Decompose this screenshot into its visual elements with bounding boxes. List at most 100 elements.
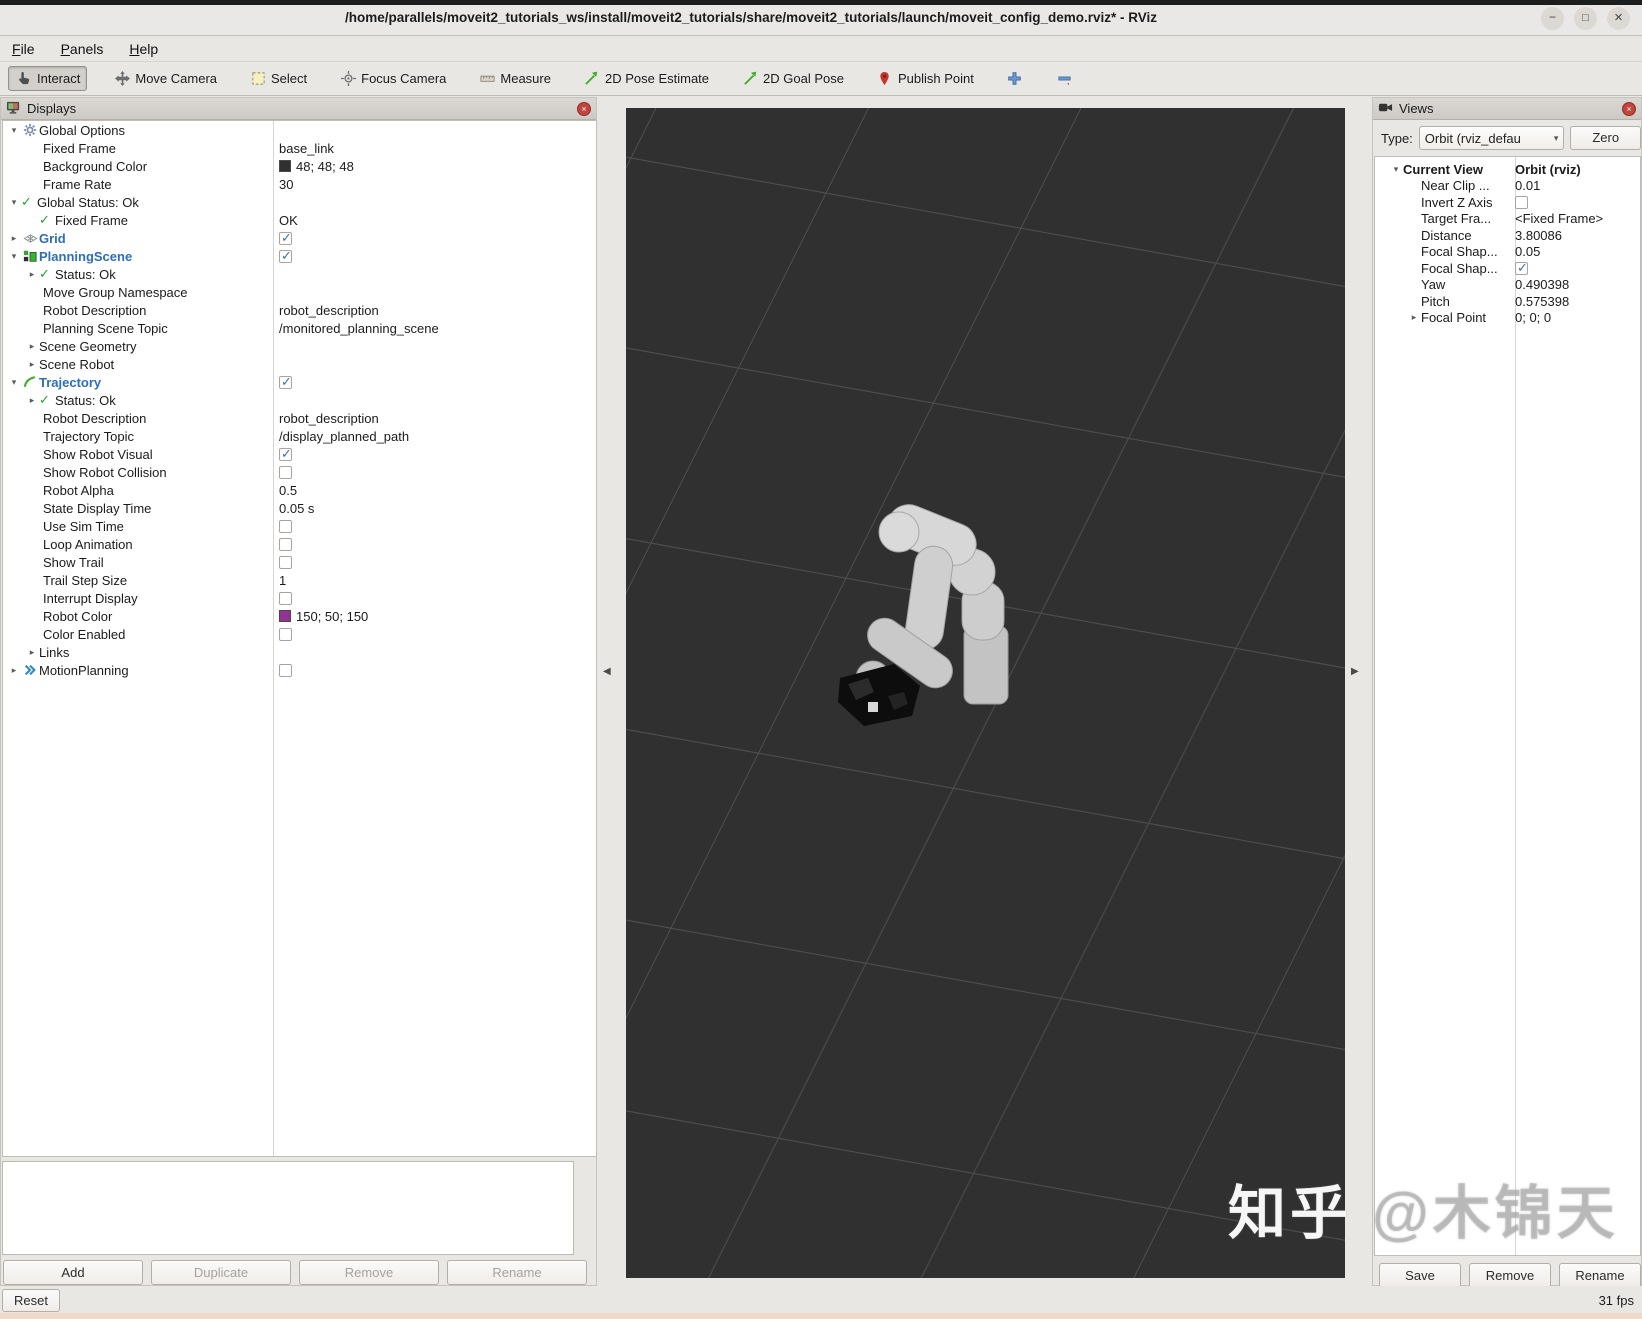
tree-row-robot-alpha[interactable]: Robot Alpha 0.5 [3,481,596,499]
tree-row-scene-robot[interactable]: ▸ Scene Robot [3,355,596,373]
tree-row-show-trail[interactable]: Show Trail [3,553,596,571]
tree-row-show-robot-visual[interactable]: Show Robot Visual [3,445,596,463]
checkbox[interactable] [279,465,292,479]
expander-closed-icon[interactable]: ▸ [1407,312,1421,323]
tree-row-scene-geometry[interactable]: ▸ Scene Geometry [3,337,596,355]
tree-row-planningscene[interactable]: ▾ PlanningScene [3,247,596,265]
tree-row-trajectory[interactable]: ▾ Trajectory [3,373,596,391]
remove-tool-button[interactable] [1050,67,1080,90]
tree-row-fixed-frame[interactable]: Fixed Frame base_link [3,139,596,157]
tree-row-robot-color[interactable]: Robot Color 150; 50; 150 [3,607,596,625]
pose-estimate-tool-button[interactable]: 2D Pose Estimate [577,67,715,90]
tree-row-grid[interactable]: ▸ Grid [3,229,596,247]
expander-closed-icon[interactable]: ▸ [25,269,39,280]
displays-panel-header[interactable]: Displays [1,98,596,120]
tree-row-robot-description[interactable]: Robot Description robot_description [3,301,596,319]
property-value[interactable]: robot_description [279,411,379,426]
property-value[interactable]: 30 [279,177,293,192]
collapse-right-panel-arrow[interactable]: ▶ [1351,666,1359,677]
checkbox[interactable] [279,519,292,533]
views-row-yaw[interactable]: Yaw 0.490398 [1375,277,1640,294]
property-value[interactable]: 150; 50; 150 [279,609,368,624]
property-value[interactable]: /display_planned_path [279,429,409,444]
menu-panels[interactable]: Panels [61,41,104,57]
interact-tool-button[interactable]: Interact [8,66,88,91]
collapse-left-panel-arrow[interactable]: ◀ [603,666,611,677]
remove-view-button[interactable]: Remove [1469,1263,1551,1288]
expander-open-icon[interactable]: ▾ [7,125,21,136]
tree-row-global-status[interactable]: ▾ ✓ Global Status: Ok [3,193,596,211]
views-row-pitch[interactable]: Pitch 0.575398 [1375,293,1640,310]
property-value[interactable]: base_link [279,141,334,156]
views-close-icon[interactable] [1622,102,1636,116]
views-row-invert-z[interactable]: Invert Z Axis [1375,194,1640,211]
expander-closed-icon[interactable]: ▸ [7,665,21,676]
displays-close-icon[interactable] [577,102,591,116]
property-value[interactable]: 0.05 s [279,501,314,516]
views-row-near-clip[interactable]: Near Clip ... 0.01 [1375,178,1640,195]
select-tool-button[interactable]: Select [243,67,313,90]
property-value[interactable]: 0.5 [279,483,297,498]
tree-row-use-sim-time[interactable]: Use Sim Time [3,517,596,535]
property-value[interactable]: 3.80086 [1515,228,1562,243]
tree-row-traj-status[interactable]: ▸ ✓ Status: Ok [3,391,596,409]
tree-row-frame-rate[interactable]: Frame Rate 30 [3,175,596,193]
rename-display-button[interactable]: Rename [447,1260,587,1285]
property-value[interactable]: robot_description [279,303,379,318]
remove-display-button[interactable]: Remove [299,1260,439,1285]
tree-row-trajectory-topic[interactable]: Trajectory Topic/display_planned_path [3,427,596,445]
expander-open-icon[interactable]: ▾ [7,251,21,262]
tree-row-ps-status[interactable]: ▸ ✓ Status: Ok [3,265,596,283]
expander-closed-icon[interactable]: ▸ [7,233,21,244]
zero-view-button[interactable]: Zero [1570,126,1641,150]
add-display-button[interactable]: Add [3,1260,143,1285]
move-camera-tool-button[interactable]: Move Camera [107,67,223,90]
property-value[interactable]: /monitored_planning_scene [279,321,439,336]
enabled-checkbox[interactable] [279,374,292,390]
checkbox[interactable] [279,627,292,641]
add-tool-button[interactable] [1000,67,1030,90]
property-value[interactable]: 0.05 [1515,244,1540,259]
tree-row-links[interactable]: ▸ Links [3,643,596,661]
enabled-checkbox[interactable] [279,230,292,246]
tree-row-planning-scene-topic[interactable]: Planning Scene Topic/monitored_planning_… [3,319,596,337]
enabled-checkbox[interactable] [279,663,292,677]
rename-view-button[interactable]: Rename [1559,1263,1641,1288]
property-value[interactable]: 0.575398 [1515,294,1569,309]
property-value[interactable]: <Fixed Frame> [1515,211,1603,226]
tree-row-color-enabled[interactable]: Color Enabled [3,625,596,643]
tree-row-global-options[interactable]: ▾ Global Options [3,121,596,139]
tree-row-loop-animation[interactable]: Loop Animation [3,535,596,553]
checkbox[interactable] [1515,195,1528,209]
goal-pose-tool-button[interactable]: 2D Goal Pose [735,67,850,90]
measure-tool-button[interactable]: Measure [472,67,557,90]
property-value[interactable]: 1 [279,573,286,588]
tree-row-traj-robot-description[interactable]: Robot Description robot_description [3,409,596,427]
views-row-distance[interactable]: Distance 3.80086 [1375,227,1640,244]
property-value[interactable]: 0.490398 [1515,277,1569,292]
expander-closed-icon[interactable]: ▸ [25,395,39,406]
menu-file[interactable]: File [12,41,35,57]
tree-row-state-display-time[interactable]: State Display Time 0.05 s [3,499,596,517]
checkbox[interactable] [1515,260,1528,276]
tree-row-interrupt-display[interactable]: Interrupt Display [3,589,596,607]
views-row-current-view[interactable]: ▾ Current View Orbit (rviz) [1375,161,1640,178]
expander-closed-icon[interactable]: ▸ [25,359,39,370]
checkbox[interactable] [279,591,292,605]
render-viewport-3d[interactable] [626,108,1345,1278]
tree-row-background-color[interactable]: Background Color 48; 48; 48 [3,157,596,175]
tree-row-motionplanning[interactable]: ▸ MotionPlanning [3,661,596,679]
minimize-icon[interactable] [1541,7,1564,30]
view-type-dropdown[interactable]: Orbit (rviz_defau ▾ [1418,126,1565,150]
views-row-focal-shape-fixed[interactable]: Focal Shap... [1375,260,1640,277]
close-icon[interactable] [1607,7,1630,30]
reset-button[interactable]: Reset [2,1289,60,1312]
tree-row-show-robot-collision[interactable]: Show Robot Collision [3,463,596,481]
duplicate-display-button[interactable]: Duplicate [151,1260,291,1285]
views-row-target-frame[interactable]: Target Fra... <Fixed Frame> [1375,211,1640,228]
save-view-button[interactable]: Save [1379,1263,1461,1288]
menu-help[interactable]: Help [129,41,158,57]
checkbox[interactable] [279,555,292,569]
tree-row-fixed-frame-status[interactable]: ✓ Fixed Frame OK [3,211,596,229]
checkbox[interactable] [279,537,292,551]
